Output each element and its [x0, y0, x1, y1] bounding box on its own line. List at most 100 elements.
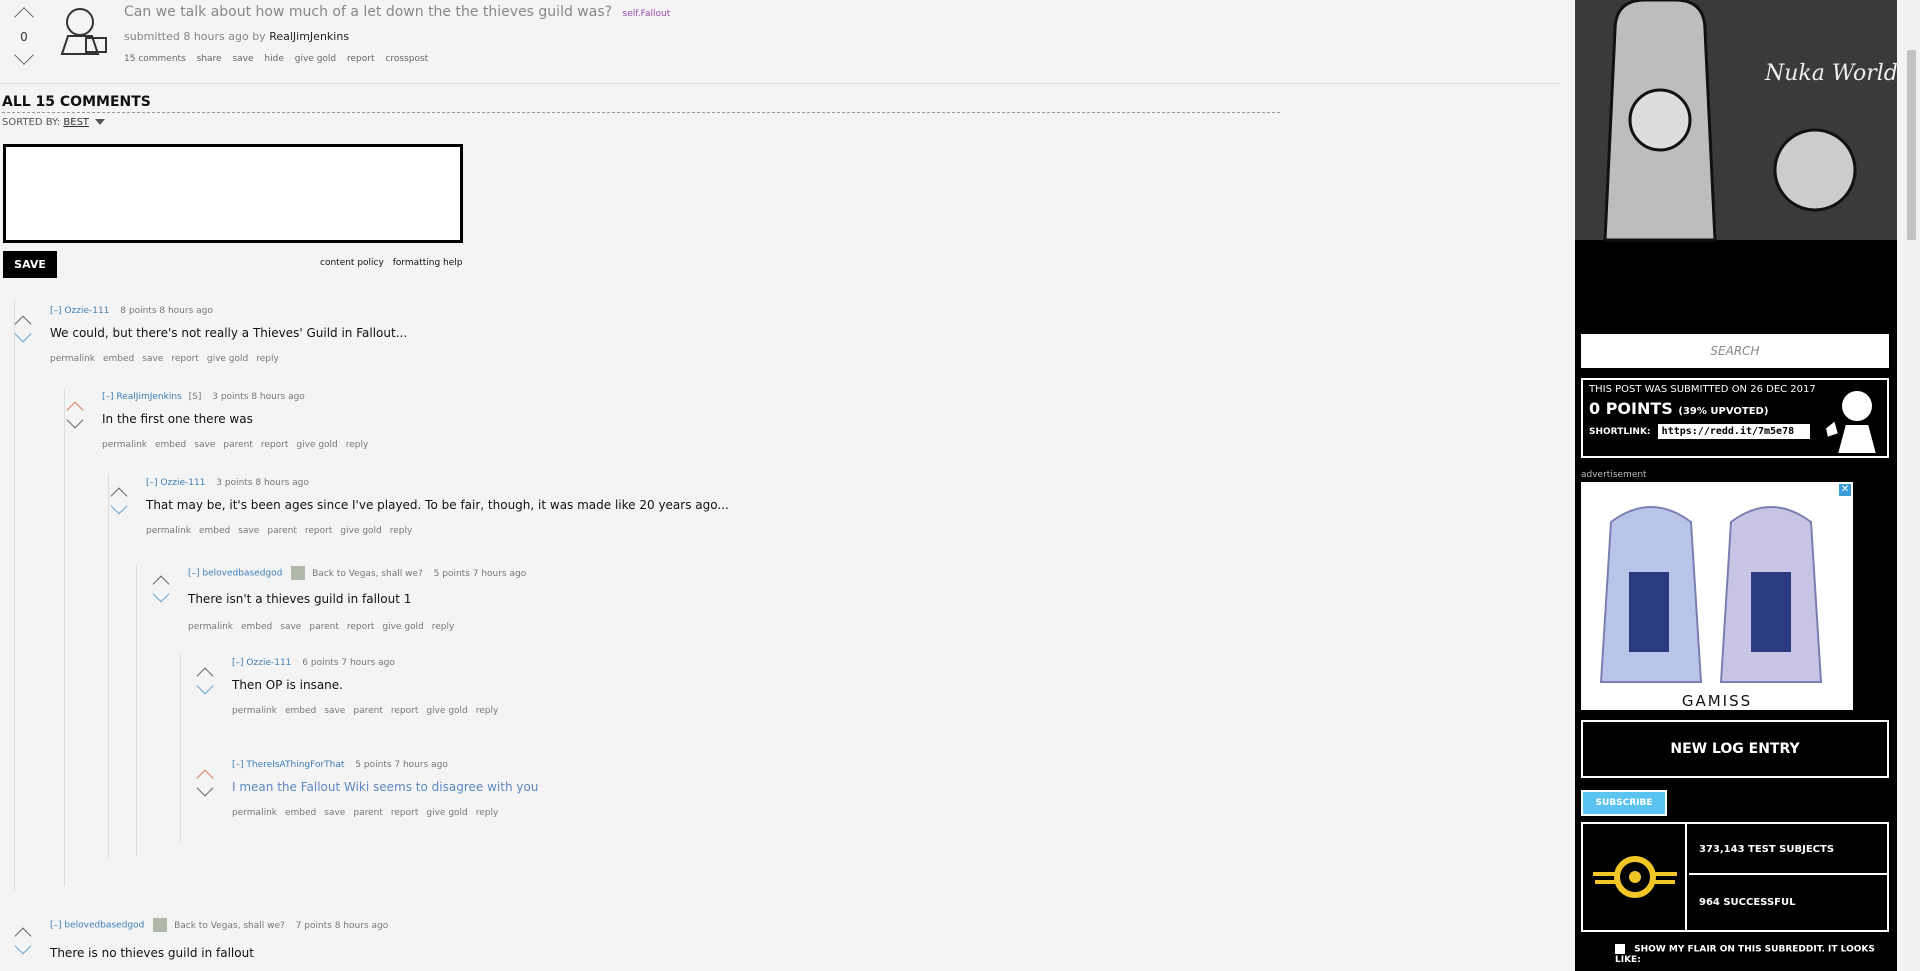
save-link[interactable]: save — [232, 54, 253, 64]
collapse-toggle[interactable]: [–] — [50, 306, 62, 316]
post-domain[interactable]: self.Fallout — [623, 9, 671, 19]
embed-link[interactable]: embed — [155, 440, 186, 450]
downvote-arrow-icon[interactable] — [196, 677, 214, 695]
show-flair-checkbox[interactable]: SHOW MY FLAIR ON THIS SUBREDDIT. IT LOOK… — [1615, 944, 1897, 965]
post-author-link[interactable]: RealJimJenkins — [269, 30, 349, 43]
embed-link[interactable]: embed — [241, 622, 272, 632]
downvote-arrow-icon[interactable] — [152, 585, 170, 603]
comment-body: That may be, it's been ages since I've p… — [146, 498, 729, 512]
page-scrollbar[interactable] — [1903, 0, 1920, 971]
comment-author[interactable]: belovedbasedgod — [202, 569, 282, 579]
embed-link[interactable]: embed — [285, 808, 316, 818]
parent-link[interactable]: parent — [353, 808, 383, 818]
reply-link[interactable]: reply — [476, 808, 499, 818]
post-thumbnail-icon[interactable] — [52, 2, 112, 58]
comment-author[interactable]: ThereIsAThingForThat — [246, 760, 344, 770]
permalink-link[interactable]: permalink — [188, 622, 233, 632]
reply-link[interactable]: reply — [476, 706, 499, 716]
comment-tagline: [–] Ozzie-111 6 points 7 hours ago — [232, 658, 395, 668]
report-link[interactable]: report — [391, 808, 419, 818]
comment-author[interactable]: belovedbasedgod — [64, 921, 144, 931]
advertisement[interactable]: ✕ GAMISS — [1581, 482, 1853, 710]
report-link[interactable]: report — [305, 526, 333, 536]
report-link[interactable]: report — [391, 706, 419, 716]
reply-link[interactable]: reply — [432, 622, 455, 632]
downvote-arrow-icon[interactable] — [196, 779, 214, 797]
shortlink-field[interactable]: https://redd.it/7m5e78 — [1657, 424, 1810, 439]
embed-link[interactable]: embed — [199, 526, 230, 536]
post-title[interactable]: Can we talk about how much of a let down… — [124, 4, 670, 20]
parent-link[interactable]: parent — [267, 526, 297, 536]
thread-line — [64, 388, 65, 886]
permalink-link[interactable]: permalink — [146, 526, 191, 536]
collapse-toggle[interactable]: [–] — [232, 760, 244, 770]
crosspost-link[interactable]: crosspost — [385, 54, 428, 64]
save-link[interactable]: save — [280, 622, 301, 632]
new-log-entry-button[interactable]: NEW LOG ENTRY — [1581, 720, 1889, 778]
formatting-help-link[interactable]: formatting help — [393, 258, 463, 268]
content-policy-link[interactable]: content policy — [320, 258, 384, 268]
checkbox-icon[interactable] — [1615, 944, 1625, 954]
comment-textarea[interactable] — [3, 144, 463, 243]
embed-link[interactable]: embed — [285, 706, 316, 716]
save-link[interactable]: save — [324, 706, 345, 716]
collapse-toggle[interactable]: [–] — [50, 921, 62, 931]
comment-author[interactable]: RealJimJenkins — [116, 392, 181, 402]
editor-help-links: content policy formatting help — [314, 258, 463, 268]
collapse-toggle[interactable]: [–] — [102, 392, 114, 402]
ad-close-icon[interactable]: ✕ — [1839, 484, 1851, 496]
parent-link[interactable]: parent — [309, 622, 339, 632]
reply-link[interactable]: reply — [390, 526, 413, 536]
permalink-link[interactable]: permalink — [102, 440, 147, 450]
comments-link[interactable]: 15 comments — [124, 54, 186, 64]
parent-link[interactable]: parent — [353, 706, 383, 716]
collapse-toggle[interactable]: [–] — [146, 478, 158, 488]
report-link[interactable]: report — [171, 354, 199, 364]
comment-author[interactable]: Ozzie-111 — [246, 658, 291, 668]
report-link[interactable]: report — [261, 440, 289, 450]
give-gold-link[interactable]: give gold — [382, 622, 423, 632]
give-gold-link[interactable]: give gold — [296, 440, 337, 450]
scrollbar-thumb[interactable] — [1907, 50, 1916, 240]
parent-link[interactable]: parent — [223, 440, 253, 450]
hide-link[interactable]: hide — [264, 54, 283, 64]
reply-link[interactable]: reply — [346, 440, 369, 450]
collapse-toggle[interactable]: [–] — [188, 569, 200, 579]
give-gold-link[interactable]: give gold — [426, 808, 467, 818]
report-link[interactable]: report — [347, 622, 375, 632]
share-link[interactable]: share — [197, 54, 222, 64]
comment-author[interactable]: Ozzie-111 — [160, 478, 205, 488]
give-gold-link[interactable]: give gold — [426, 706, 467, 716]
search-input[interactable]: SEARCH — [1581, 334, 1889, 368]
ad-image-icon[interactable] — [1581, 482, 1853, 710]
sort-dropdown[interactable]: BEST — [63, 117, 89, 128]
save-link[interactable]: save — [142, 354, 163, 364]
save-link[interactable]: save — [238, 526, 259, 536]
downvote-arrow-icon[interactable] — [66, 411, 84, 429]
comment-author[interactable]: Ozzie-111 — [64, 306, 109, 316]
comment-body: There is no thieves guild in fallout — [50, 946, 254, 960]
downvote-arrow-icon[interactable] — [14, 45, 34, 65]
permalink-link[interactable]: permalink — [232, 808, 277, 818]
subreddit-banner: Nuka World — [1575, 0, 1897, 330]
give-gold-link[interactable]: give gold — [207, 354, 248, 364]
save-button[interactable]: SAVE — [3, 251, 57, 278]
collapse-toggle[interactable]: [–] — [232, 658, 244, 668]
chevron-down-icon[interactable] — [95, 119, 106, 125]
give-gold-link[interactable]: give gold — [340, 526, 381, 536]
save-link[interactable]: save — [324, 808, 345, 818]
permalink-link[interactable]: permalink — [232, 706, 277, 716]
save-link[interactable]: save — [194, 440, 215, 450]
downvote-arrow-icon[interactable] — [14, 325, 32, 343]
report-link[interactable]: report — [347, 54, 375, 64]
downvote-arrow-icon[interactable] — [110, 497, 128, 515]
downvote-arrow-icon[interactable] — [14, 937, 32, 955]
upvote-arrow-icon[interactable] — [14, 7, 34, 27]
comment-body-link[interactable]: I mean the Fallout Wiki seems to disagre… — [232, 780, 538, 794]
give-gold-link[interactable]: give gold — [295, 54, 336, 64]
embed-link[interactable]: embed — [103, 354, 134, 364]
reply-link[interactable]: reply — [256, 354, 279, 364]
permalink-link[interactable]: permalink — [50, 354, 95, 364]
subscribe-button[interactable]: SUBSCRIBE — [1581, 790, 1667, 816]
post-title-text[interactable]: Can we talk about how much of a let down… — [124, 4, 612, 20]
